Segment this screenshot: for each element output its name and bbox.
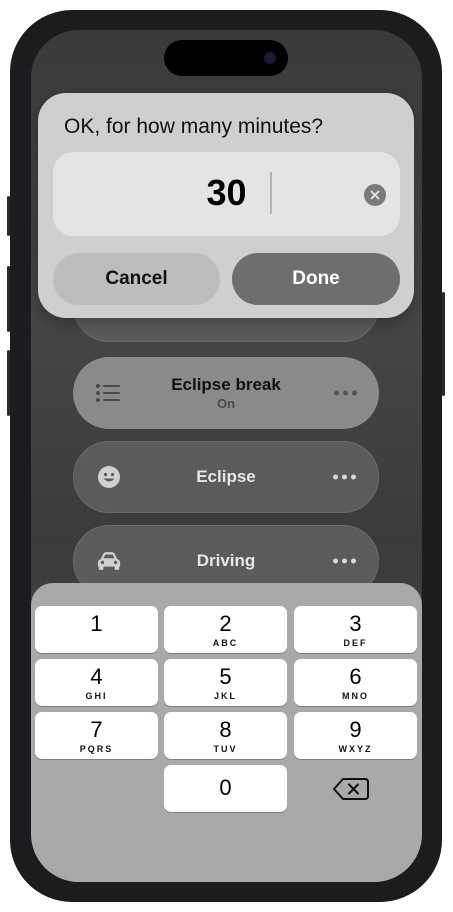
key-digit: 1 (90, 611, 103, 636)
volume-down-button (7, 350, 10, 416)
key-3[interactable]: 3 DEF (294, 606, 417, 653)
key-letters: PQRS (79, 744, 114, 754)
power-button (442, 292, 445, 396)
dialog-title: OK, for how many minutes? (64, 115, 324, 138)
key-digit: 4 (90, 664, 103, 689)
minutes-input[interactable]: 30 (53, 152, 400, 236)
key-digit: 7 (90, 717, 103, 742)
cancel-button[interactable]: Cancel (53, 253, 220, 305)
key-2[interactable]: 2 ABC (164, 606, 287, 653)
key-digit: 5 (219, 664, 232, 689)
key-letters: GHI (85, 691, 108, 701)
more-options-icon[interactable] (334, 390, 357, 396)
key-1[interactable]: 1 (35, 606, 158, 653)
key-letters: JKL (213, 691, 237, 701)
key-letters: WXYZ (338, 744, 373, 754)
camera-icon (264, 52, 276, 64)
key-digit: 8 (219, 717, 232, 742)
key-digit: 0 (219, 775, 232, 800)
key-letters: DEF (343, 638, 368, 648)
minutes-value: 30 (206, 172, 247, 213)
key-5[interactable]: 5 JKL (164, 659, 287, 706)
smiley-face-icon (96, 465, 122, 489)
volume-up-button (7, 266, 10, 332)
key-0[interactable]: 0 (164, 765, 287, 812)
dynamic-island (164, 40, 288, 76)
key-digit: 2 (219, 611, 232, 636)
more-options-icon[interactable] (333, 474, 356, 480)
focus-card-eclipse[interactable]: Eclipse (73, 441, 379, 513)
key-8[interactable]: 8 TUV (164, 712, 287, 759)
list-icon (95, 381, 121, 405)
key-7[interactable]: 7 PQRS (35, 712, 158, 759)
key-digit: 9 (349, 717, 362, 742)
clear-icon[interactable] (364, 184, 386, 206)
key-6[interactable]: 6 MNO (294, 659, 417, 706)
focus-card-eclipse-break[interactable]: Eclipse break On (73, 357, 379, 429)
key-4[interactable]: 4 GHI (35, 659, 158, 706)
key-digit: 6 (349, 664, 362, 689)
action-button (7, 196, 10, 236)
key-digit: 3 (349, 611, 362, 636)
key-letters: TUV (213, 744, 238, 754)
car-icon (96, 549, 122, 573)
done-button[interactable]: Done (232, 253, 400, 305)
key-letters: MNO (342, 691, 369, 701)
key-9[interactable]: 9 WXYZ (294, 712, 417, 759)
key-letters: ABC (212, 638, 239, 648)
numeric-keypad: 1 2 ABC 3 DEF 4 GHI 5 JKL 6 MNO 7 PQRS 8 (31, 583, 422, 882)
more-options-icon[interactable] (333, 558, 356, 564)
backspace-icon[interactable] (331, 776, 371, 802)
text-cursor (270, 172, 272, 214)
minutes-dialog: OK, for how many minutes? 30 Cancel Done (38, 93, 414, 318)
screen: Eclipse break On Eclipse Driving OK, for… (31, 30, 422, 882)
